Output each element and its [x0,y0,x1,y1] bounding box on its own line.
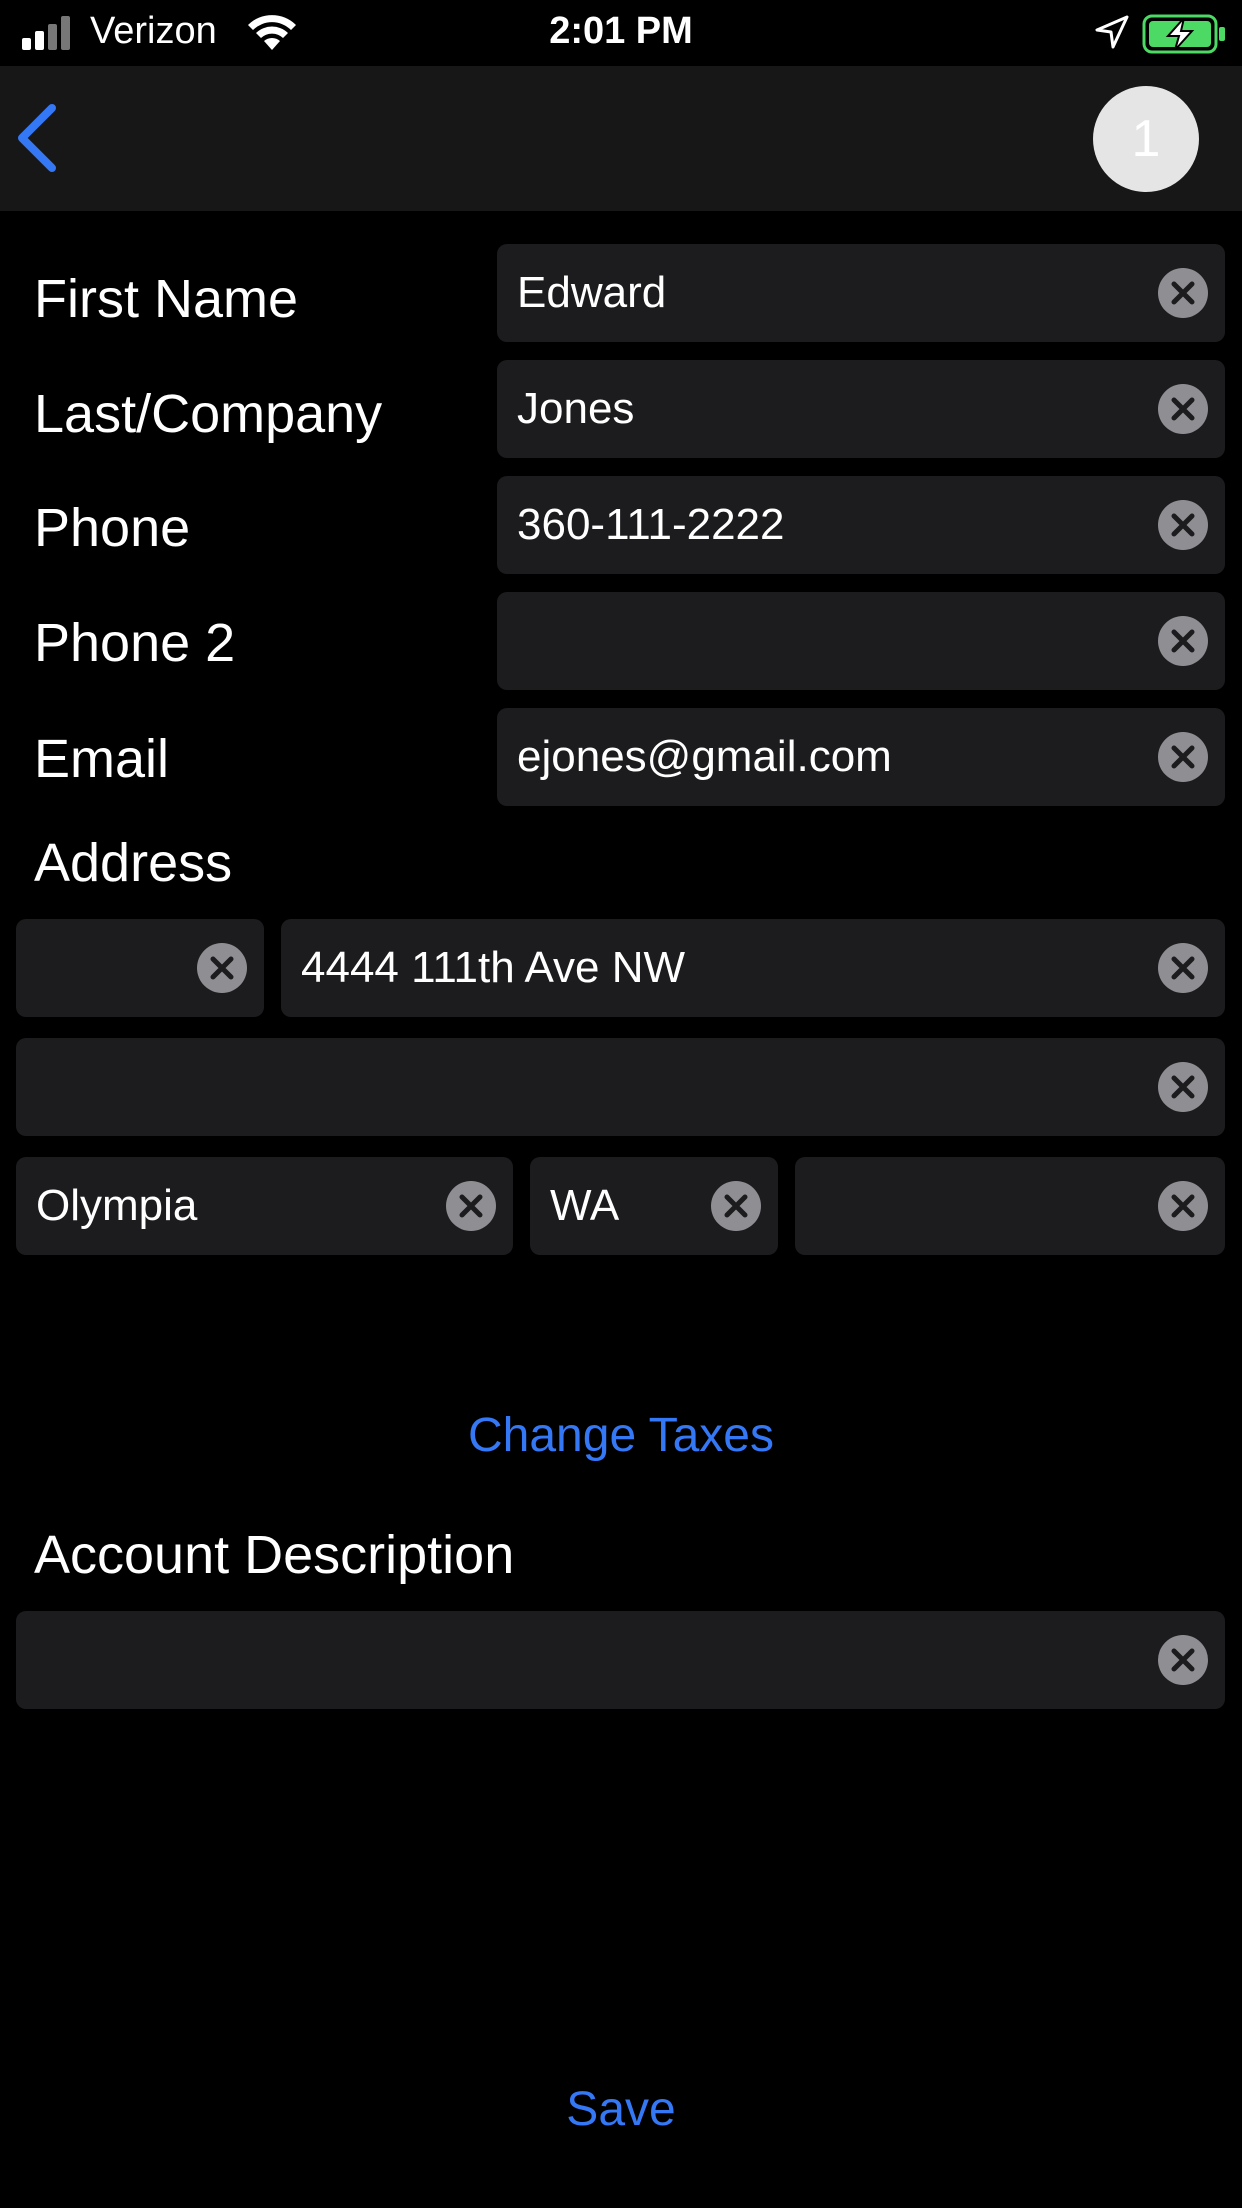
first-name-field [497,244,1225,342]
account-description-label: Account Description [34,1525,515,1585]
clear-icon [1171,956,1195,980]
change-taxes-button[interactable]: Change Taxes [0,1408,1242,1463]
clear-icon [724,1194,748,1218]
clear-state-button[interactable] [711,1181,761,1231]
status-bar: Verizon 2:01 PM [0,0,1242,66]
phone-2-input[interactable] [517,592,1145,690]
clear-zip-button[interactable] [1158,1181,1208,1231]
location-arrow-icon [1095,15,1129,49]
email-field [497,708,1225,806]
address-label: Address [34,833,233,893]
last-company-label: Last/Company [34,384,383,444]
city-field [16,1157,513,1255]
navigation-bar: 1 [0,66,1242,211]
battery-charging-icon [1142,14,1225,54]
clear-address-line-2-button[interactable] [1158,1062,1208,1112]
clear-icon [210,956,234,980]
phone-label: Phone [34,498,191,558]
address-street-input[interactable] [301,919,1145,1017]
clear-icon [1171,1075,1195,1099]
count-badge[interactable]: 1 [1093,86,1199,192]
city-input[interactable] [36,1157,433,1255]
phone-2-label: Phone 2 [34,613,236,673]
phone-2-field [497,592,1225,690]
zip-field [795,1157,1225,1255]
clear-icon [1171,1648,1195,1672]
zip-input[interactable] [815,1157,1145,1255]
phone-field [497,476,1225,574]
clear-city-button[interactable] [446,1181,496,1231]
clear-last-company-button[interactable] [1158,384,1208,434]
clear-icon [1171,745,1195,769]
save-button[interactable]: Save [0,2082,1242,2137]
clock: 2:01 PM [549,10,693,52]
phone-input[interactable] [517,476,1145,574]
state-field [530,1157,778,1255]
clear-phone-2-button[interactable] [1158,616,1208,666]
email-label: Email [34,729,170,789]
clear-icon [1171,513,1195,537]
email-input[interactable] [517,708,1145,806]
state-input[interactable] [550,1157,698,1255]
last-company-field [497,360,1225,458]
address-line-2-input[interactable] [36,1038,1145,1136]
account-description-field [16,1611,1225,1709]
address-number-input[interactable] [36,919,184,1017]
clear-icon [1171,281,1195,305]
address-number-field [16,919,264,1017]
clear-icon [1171,1194,1195,1218]
address-street-field [281,919,1225,1017]
first-name-input[interactable] [517,244,1145,342]
clear-icon [1171,629,1195,653]
clear-icon [459,1194,483,1218]
clear-first-name-button[interactable] [1158,268,1208,318]
clear-phone-button[interactable] [1158,500,1208,550]
address-line-2-field [16,1038,1225,1136]
back-chevron-icon[interactable] [12,102,62,174]
last-company-input[interactable] [517,360,1145,458]
clear-account-description-button[interactable] [1158,1635,1208,1685]
clear-icon [1171,397,1195,421]
first-name-label: First Name [34,269,299,329]
clear-email-button[interactable] [1158,732,1208,782]
clear-address-street-button[interactable] [1158,943,1208,993]
account-description-input[interactable] [36,1611,1145,1709]
clear-address-number-button[interactable] [197,943,247,993]
